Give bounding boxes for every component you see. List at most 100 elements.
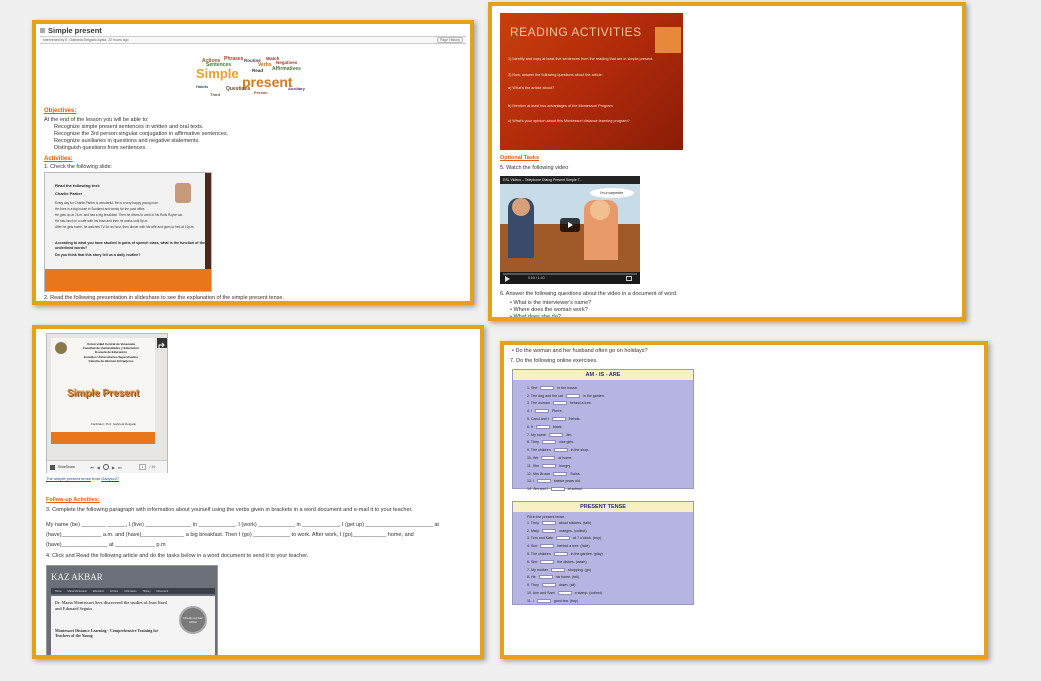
fullscreen-icon[interactable] — [626, 276, 632, 281]
answer-input[interactable] — [536, 424, 550, 429]
embedded-slide[interactable]: Read the following text: Charlie Parker … — [44, 172, 212, 292]
video-controls: 0:00 / 1:10 — [500, 272, 640, 284]
exercise-row: 8. They ____ nice girls.8. They nice gir… — [513, 439, 693, 447]
play-button[interactable] — [560, 218, 580, 232]
first-slide-icon[interactable]: ⏮ — [90, 465, 94, 470]
slideshare-logo-icon — [50, 464, 55, 470]
exercise-am-is-are[interactable]: AM - IS - ARE 1. She ____ in the house.1… — [512, 369, 694, 492]
blog-nav-item[interactable]: History — [143, 590, 151, 593]
answer-input[interactable] — [535, 409, 549, 414]
wordcloud-word: Watch — [266, 56, 280, 61]
exercise-text: 5. The children — [527, 552, 551, 557]
blog-article-link[interactable]: KAZ AKBAR Home Maria Montessori Educatio… — [46, 565, 218, 655]
slide-line: After he gets home, he watches TV for an… — [55, 225, 195, 229]
answer-input[interactable] — [537, 479, 551, 484]
answer-input[interactable] — [565, 393, 580, 398]
answer-input[interactable] — [553, 471, 568, 476]
answer-input[interactable] — [557, 591, 572, 596]
answer-input[interactable] — [541, 528, 556, 533]
author-link[interactable]: Gabysv27 — [101, 476, 119, 481]
exercise-text: at 7 o'clock. (buy) — [573, 536, 602, 541]
answer-input[interactable] — [541, 520, 556, 525]
blog-name: KAZ AKBAR — [51, 572, 103, 582]
exercise-text: 10. Ann and Sam — [527, 591, 555, 596]
page-history-button[interactable]: Page History — [436, 37, 463, 43]
activities-heading: Activities: — [44, 156, 73, 162]
blog-nav-item[interactable]: Articles — [110, 590, 118, 593]
answer-input[interactable] — [541, 440, 556, 445]
blog-nav-item[interactable]: Movement — [156, 590, 168, 593]
exercise-row: 14. Jim and I ____ at school.14. Jim and… — [513, 485, 693, 493]
exercise-text: 6. She — [527, 559, 538, 564]
blog-nav-item[interactable]: Information — [124, 590, 137, 593]
exercise-text: friends. — [568, 417, 581, 422]
reading-title: READING ACTIVITIES — [510, 25, 642, 39]
answer-input[interactable] — [540, 385, 555, 390]
answer-input[interactable] — [538, 575, 553, 580]
answer-input[interactable] — [553, 448, 568, 453]
list-item: Recognize simple present sentences in wr… — [54, 124, 204, 130]
prev-slide-icon[interactable]: ◀ — [97, 465, 100, 470]
activity-2: 2. Read the following presentation in sl… — [44, 295, 285, 301]
wordcloud-word: Habits — [196, 84, 209, 89]
exercise-text: nice girls. — [558, 440, 575, 445]
last-slide-icon[interactable]: ⏭ — [118, 465, 122, 470]
exercise-text: hungry. — [559, 463, 571, 468]
play-small-icon[interactable] — [504, 276, 510, 282]
exercise-text: shopping. (go) — [567, 567, 591, 572]
answer-input[interactable] — [552, 401, 567, 406]
next-slide-icon[interactable]: ▶ — [112, 465, 115, 470]
answer-input[interactable] — [548, 432, 563, 437]
answer-input[interactable] — [553, 552, 568, 557]
slide-page: Universidad Central de Venezuela Faculta… — [51, 338, 155, 444]
exercise-text: 11. I — [527, 598, 534, 603]
page-total: / 16 — [149, 465, 156, 469]
blog-content: Dr. Maria Montessori Sees discovered the… — [51, 596, 215, 655]
exercise-row: 9. They ____ down. (sit)9. They down. (s… — [513, 581, 693, 589]
blog-nav-item[interactable]: Education — [93, 590, 104, 593]
exercise-text: 3. The woman — [527, 401, 550, 406]
objectives-list: Recognize simple present sentences in wr… — [44, 124, 464, 152]
page-header: Simple present — [40, 26, 466, 35]
blog-nav-item[interactable]: Maria Montessori — [68, 590, 87, 593]
share-icon — [158, 342, 165, 349]
exercise-text: 9. They — [527, 583, 539, 588]
play-slides-icon[interactable] — [102, 464, 109, 470]
page-number-input[interactable]: 1 — [138, 464, 147, 470]
answer-input[interactable] — [541, 456, 556, 461]
exercise-text: 7. My mother — [527, 567, 548, 572]
watch-video-label: 5. Watch the following video — [500, 165, 569, 171]
exercise-row: 5. Carol and I ____ friends.5. Carol and… — [513, 415, 693, 423]
exercise-row: 1. She ____ in the house.1. She in the h… — [513, 384, 693, 392]
exercise-text: in the garden. (play) — [570, 552, 603, 557]
panel-followup: Universidad Central de Venezuela Faculta… — [32, 325, 484, 659]
panel-reading-activities: READING ACTIVITIES 1) Identify and copy … — [488, 2, 966, 321]
video-player[interactable]: ESL Videos – Telephone Dialog Present Si… — [500, 176, 640, 284]
exercise-text: Jim. — [565, 432, 573, 437]
exercise-text: black. — [553, 424, 563, 429]
list-item: Recognize the 3rd person singular conjug… — [54, 131, 229, 137]
answer-input[interactable] — [550, 487, 565, 492]
exercise-present-tense[interactable]: PRESENT TENSE Fill in the present tense.… — [512, 501, 694, 605]
answer-input[interactable] — [540, 544, 555, 549]
video-progress[interactable] — [503, 273, 637, 275]
page-title: Simple present — [48, 26, 102, 35]
list-item: • What is the interviewer's name? — [510, 300, 592, 306]
presentation-link[interactable]: The simple present tense — [46, 476, 91, 481]
answer-input[interactable] — [542, 463, 557, 468]
share-button[interactable] — [157, 338, 167, 349]
answer-input[interactable] — [551, 417, 566, 422]
exercise-text: Swiss. — [570, 471, 581, 476]
answer-input[interactable] — [540, 559, 555, 564]
answer-input[interactable] — [550, 567, 565, 572]
slideshare-embed[interactable]: Universidad Central de Venezuela Faculta… — [46, 333, 168, 473]
wordcloud-word: Person — [254, 90, 268, 95]
answer-input[interactable] — [541, 583, 556, 588]
answer-input[interactable] — [556, 536, 571, 541]
blog-nav-item[interactable]: Home — [55, 590, 62, 593]
exercise-text: in the shop. — [570, 448, 590, 453]
list-item: • What does she do? — [510, 314, 561, 320]
exercise-2-intro: Fill in the present tense. — [527, 515, 566, 519]
fill-paragraph-line-1: My name (be) ________ ______, I (live) _… — [46, 522, 439, 528]
answer-input[interactable] — [536, 598, 551, 603]
